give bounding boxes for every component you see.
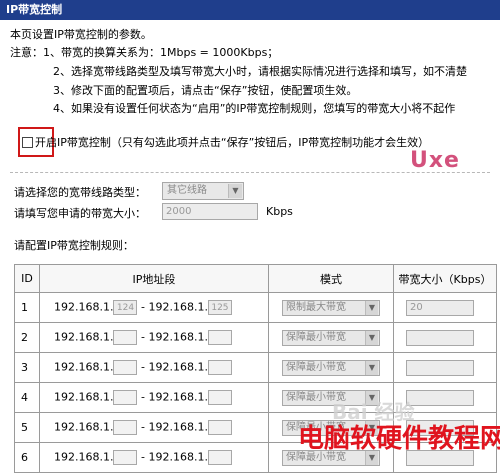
table-row: 2 192.168.1. - 192.168.1. 保障最小带宽 ▼ <box>14 322 497 353</box>
line-type-select[interactable]: 其它线路 ▼ <box>162 182 244 200</box>
line-type-label: 请选择您的宽带线路类型： <box>14 186 146 199</box>
col-mode: 模式 <box>268 264 394 293</box>
chevron-down-icon: ▼ <box>228 184 242 198</box>
ip-prefix-end: 192.168.1. <box>148 300 208 314</box>
ip-range-cell: 192.168.1. - 192.168.1. <box>39 412 269 443</box>
watermark-bottom: 电脑软硬件教程网 <box>298 424 500 454</box>
ip-range-cell: 192.168.1. - 192.168.1. <box>39 322 269 353</box>
note-3: 3、修改下面的配置项后，请点击“保存”按钮，使配置项生效。 <box>53 84 358 97</box>
ip-end-input[interactable] <box>207 360 232 375</box>
page-header: IP带宽控制 <box>0 0 500 20</box>
enable-label: 开启IP带宽控制（只有勾选此项并点击“保存”按钮后，IP带宽控制功能才会生效） <box>35 136 430 149</box>
ip-start-input[interactable] <box>113 420 138 435</box>
bandwidth-unit: Kbps <box>266 205 293 218</box>
table-row: 1 192.168.1. 124 - 192.168.1. 125 限制最大带宽 ▼ 20 <box>14 292 497 323</box>
ip-prefix-end: 192.168.1. <box>148 390 208 404</box>
ip-end-input[interactable] <box>207 330 232 345</box>
mode-value: 限制最大带宽 <box>286 301 346 313</box>
row-id: 2 <box>14 322 40 353</box>
ip-separator: - <box>140 330 145 344</box>
mode-value: 保障最小带宽 <box>286 361 346 373</box>
chevron-down-icon: ▼ <box>365 360 378 375</box>
ip-separator: - <box>140 300 145 314</box>
enable-checkbox[interactable] <box>22 137 33 148</box>
ip-end-input[interactable]: 125 <box>207 300 232 315</box>
intro-text: 本页设置IP带宽控制的参数。 <box>10 28 152 41</box>
note-4: 4、如果没有设置任何状态为“启用”的IP带宽控制规则，您填写的带宽大小将不起作 <box>53 102 456 115</box>
bandwidth-cell <box>393 352 497 383</box>
ip-prefix-start: 192.168.1. <box>54 300 114 314</box>
note-2: 2、选择宽带线路类型及填写带宽大小时，请根据实际情况进行选择和填写，如不清楚 <box>53 65 467 78</box>
mode-select[interactable]: 限制最大带宽 ▼ <box>282 299 380 316</box>
ip-start-input[interactable] <box>113 390 138 405</box>
ip-end-input[interactable] <box>207 390 232 405</box>
mode-value: 保障最小带宽 <box>286 331 346 343</box>
col-bandwidth: 带宽大小（Kbps） <box>393 264 497 293</box>
note-1: 注意：1、带宽的换算关系为：1Mbps = 1000Kbps； <box>10 46 279 59</box>
chevron-down-icon: ▼ <box>365 330 378 345</box>
page-title: IP带宽控制 <box>6 3 63 16</box>
ip-start-input[interactable]: 124 <box>113 300 138 315</box>
table-row: 4 192.168.1. - 192.168.1. 保障最小带宽 ▼ <box>14 382 497 413</box>
mode-cell: 限制最大带宽 ▼ <box>268 292 394 323</box>
ip-separator: - <box>140 450 145 464</box>
row-id: 4 <box>14 382 40 413</box>
bandwidth-cell <box>393 322 497 353</box>
mode-cell: 保障最小带宽 ▼ <box>268 352 394 383</box>
ip-prefix-end: 192.168.1. <box>148 450 208 464</box>
bandwidth-row-input[interactable]: 20 <box>406 299 474 316</box>
ip-prefix-start: 192.168.1. <box>54 450 114 464</box>
col-ip: IP地址段 <box>39 264 269 293</box>
ip-range-cell: 192.168.1. - 192.168.1. <box>39 352 269 383</box>
ip-prefix-end: 192.168.1. <box>148 330 208 344</box>
bandwidth-cell: 20 <box>393 292 497 323</box>
ip-prefix-start: 192.168.1. <box>54 360 114 374</box>
ip-end-input[interactable] <box>207 420 232 435</box>
ip-prefix-start: 192.168.1. <box>54 390 114 404</box>
ip-prefix-end: 192.168.1. <box>148 420 208 434</box>
table-header-row: ID IP地址段 模式 带宽大小（Kbps） <box>14 264 497 293</box>
row-id: 1 <box>14 292 40 323</box>
mode-select[interactable]: 保障最小带宽 ▼ <box>282 329 380 346</box>
ip-range-cell: 192.168.1. - 192.168.1. <box>39 382 269 413</box>
line-type-value: 其它线路 <box>167 185 207 196</box>
bandwidth-row-input[interactable] <box>406 329 474 346</box>
bandwidth-input[interactable]: 2000 <box>162 203 258 220</box>
ip-separator: - <box>140 360 145 374</box>
mode-select[interactable]: 保障最小带宽 ▼ <box>282 359 380 376</box>
rules-title: 请配置IP带宽控制规则： <box>14 239 134 252</box>
ip-prefix-start: 192.168.1. <box>54 420 114 434</box>
row-id: 5 <box>14 412 40 443</box>
ip-prefix-start: 192.168.1. <box>54 330 114 344</box>
ip-range-cell: 192.168.1. 124 - 192.168.1. 125 <box>39 292 269 323</box>
divider <box>10 172 490 173</box>
ip-start-input[interactable] <box>113 330 138 345</box>
mode-cell: 保障最小带宽 ▼ <box>268 322 394 353</box>
ip-separator: - <box>140 390 145 404</box>
ip-prefix-end: 192.168.1. <box>148 360 208 374</box>
col-id: ID <box>14 264 40 293</box>
bandwidth-row-input[interactable] <box>406 359 474 376</box>
chevron-down-icon: ▼ <box>365 300 378 315</box>
bandwidth-label: 请填写您申请的带宽大小： <box>14 207 146 220</box>
enable-row: 开启IP带宽控制（只有勾选此项并点击“保存”按钮后，IP带宽控制功能才会生效） <box>22 134 429 150</box>
table-row: 3 192.168.1. - 192.168.1. 保障最小带宽 ▼ <box>14 352 497 383</box>
ip-separator: - <box>140 420 145 434</box>
bandwidth-row-input[interactable] <box>406 389 474 406</box>
row-id: 3 <box>14 352 40 383</box>
watermark-top: Uxe <box>410 148 460 173</box>
ip-start-input[interactable] <box>113 360 138 375</box>
